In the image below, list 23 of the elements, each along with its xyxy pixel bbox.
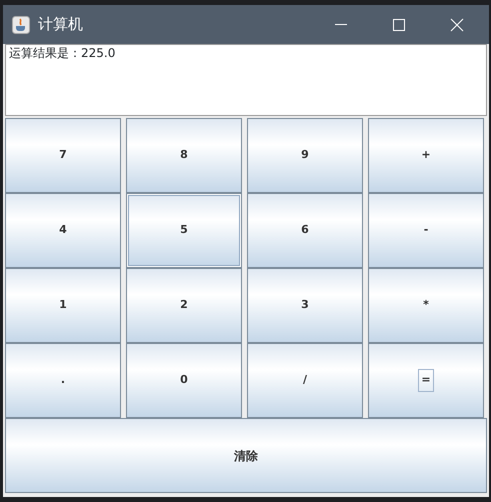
key-button[interactable]: 7 (5, 118, 121, 193)
clear-button[interactable]: 清除 (5, 418, 487, 493)
key-button[interactable]: + (368, 118, 484, 193)
maximize-icon (392, 18, 406, 32)
key-button[interactable]: * (368, 268, 484, 343)
result-text: 运算结果是：225.0 (9, 46, 116, 60)
key-button[interactable]: 1 (5, 268, 121, 343)
minimize-icon (335, 24, 347, 25)
key-button[interactable]: 5 (126, 193, 242, 268)
key-button[interactable]: . (5, 343, 121, 418)
key-button[interactable]: 9 (247, 118, 363, 193)
key-button[interactable]: / (247, 343, 363, 418)
window-title: 计算机 (38, 14, 83, 36)
key-button[interactable]: 4 (5, 193, 121, 268)
key-button[interactable]: 2 (126, 268, 242, 343)
key-button[interactable]: 0 (126, 343, 242, 418)
close-icon (450, 18, 464, 32)
key-button[interactable]: 3 (247, 268, 363, 343)
key-button[interactable]: 8 (126, 118, 242, 193)
key-button[interactable]: - (368, 193, 484, 268)
java-cup-icon (12, 16, 30, 34)
key-button[interactable]: = (368, 343, 484, 418)
key-button[interactable]: 6 (247, 193, 363, 268)
